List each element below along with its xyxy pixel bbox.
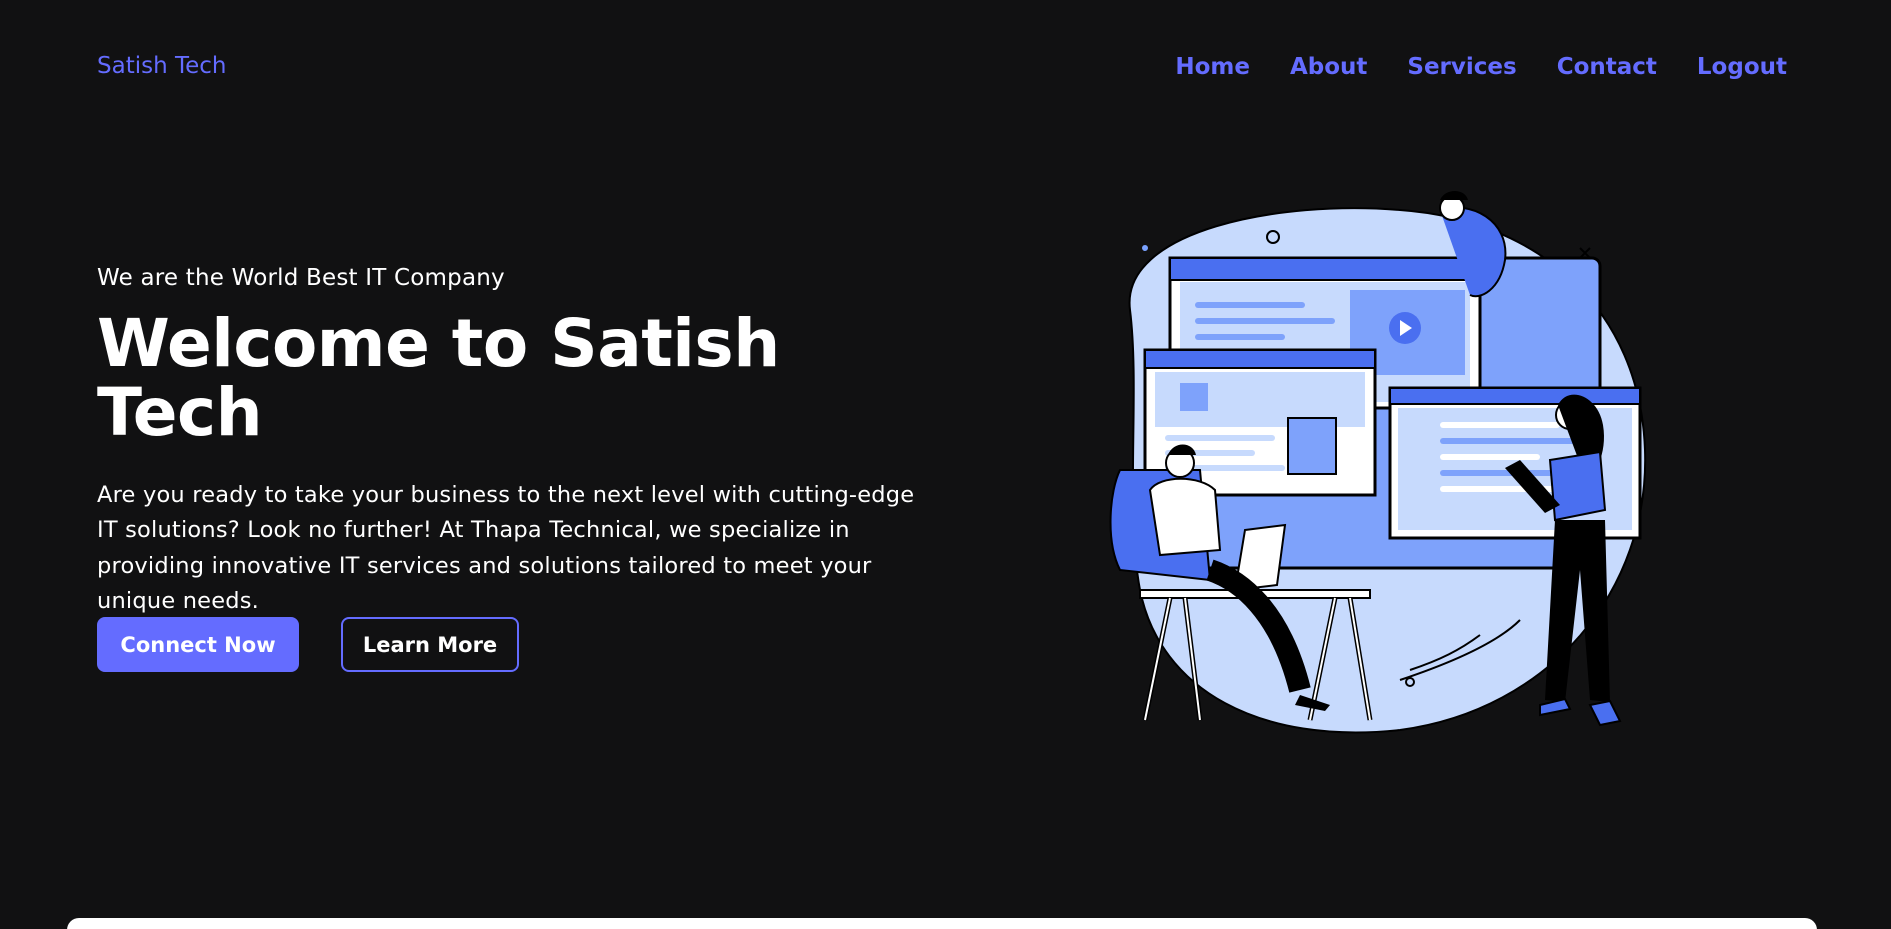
nav-contact-link[interactable]: Contact — [1557, 54, 1657, 80]
nav-services-link[interactable]: Services — [1407, 54, 1516, 80]
bottom-section-card — [67, 918, 1817, 929]
nav-about-link[interactable]: About — [1290, 54, 1367, 80]
brand-logo[interactable]: Satish Tech — [97, 53, 227, 79]
hero-buttons: Connect Now Learn More — [97, 617, 519, 672]
hero-tagline: We are the World Best IT Company — [97, 265, 505, 291]
learn-more-button[interactable]: Learn More — [341, 617, 519, 672]
main-nav: Home About Services Contact Logout — [1135, 54, 1787, 80]
nav-home-link[interactable]: Home — [1175, 54, 1250, 80]
hero-section: We are the World Best IT Company Welcome… — [97, 265, 917, 620]
nav-logout-link[interactable]: Logout — [1697, 54, 1787, 80]
connect-now-button[interactable]: Connect Now — [97, 617, 299, 672]
hero-title: Welcome to Satish Tech — [97, 305, 780, 452]
hero-illustration — [1109, 191, 1647, 734]
hero-description: Are you ready to take your business to t… — [97, 481, 915, 615]
